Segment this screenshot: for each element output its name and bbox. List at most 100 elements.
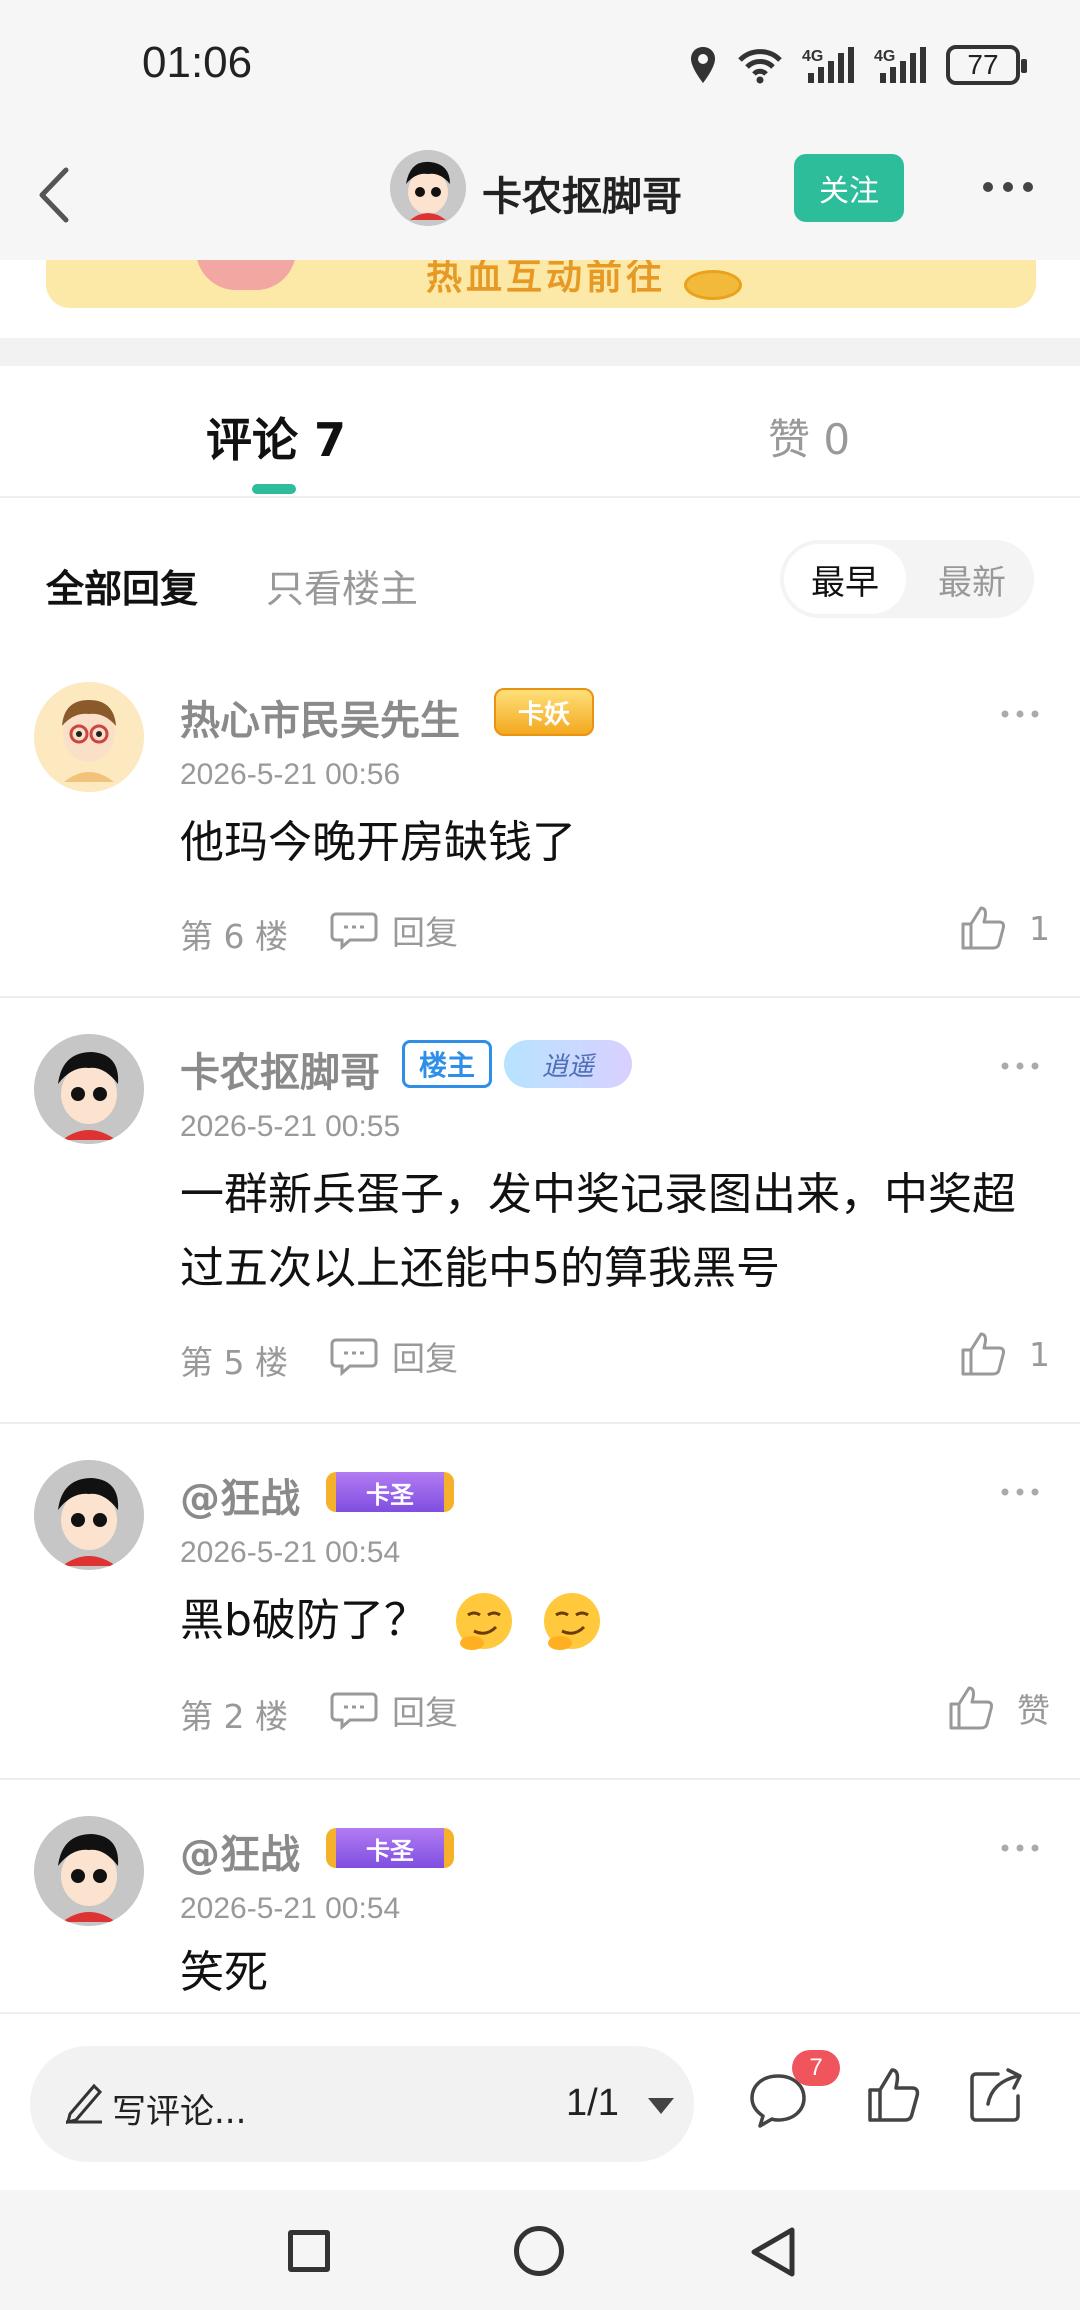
comment-timestamp: 2026-5-21 00:54 [180, 1892, 401, 1925]
banner-decoration [196, 260, 296, 290]
comment-placeholder: 写评论... [112, 2092, 247, 2132]
commenter-name[interactable]: @狂战 [180, 1466, 300, 1524]
commenter-avatar[interactable] [34, 682, 144, 792]
filter-owner-only[interactable]: 只看楼主 [266, 558, 418, 613]
signal-4g-icon: 4G [802, 47, 854, 83]
reply-label: 回复 [392, 913, 458, 952]
page-dropdown-icon[interactable] [648, 2098, 674, 2114]
filter-all-replies[interactable]: 全部回复 [46, 558, 198, 613]
status-time: 01:06 [142, 38, 253, 87]
level-badge: 卡圣 [326, 1472, 454, 1512]
filter-row: 全部回复 只看楼主 最早 最新 [0, 540, 1080, 620]
status-bar: 01:06 4G 4G 77 [0, 0, 1080, 130]
comment-item: @狂战 卡圣 2026-5-21 00:54 笑死 [0, 1816, 1080, 2012]
header-avatar[interactable] [390, 150, 466, 226]
comment-count-badge: 7 [792, 2050, 840, 2086]
user-badges: 卡圣 [326, 1828, 454, 1868]
follow-button[interactable]: 关注 [794, 154, 904, 222]
back-arrow-icon[interactable] [28, 160, 88, 230]
comment-text: 他玛今晚开房缺钱了 [180, 817, 576, 868]
signal-4g-icon-2: 4G [874, 47, 926, 83]
bottom-action-bar: 写评论... 1/1 7 [0, 2012, 1080, 2190]
nav-back-icon[interactable] [746, 2224, 800, 2280]
comment-text-row: 黑b破防了？ [180, 1584, 1050, 1658]
comment-footer: 第 6 楼 回复 1 [180, 904, 1050, 956]
recent-apps-icon[interactable] [288, 2230, 330, 2272]
sort-earliest-button[interactable]: 最早 [784, 544, 906, 614]
level-badge: 卡圣 [326, 1828, 454, 1868]
comment-more-icon[interactable] [1000, 1056, 1040, 1076]
comment-timestamp: 2026-5-21 00:54 [180, 1536, 401, 1569]
like-label: 赞 [1017, 1691, 1050, 1730]
comment-item: @狂战 卡圣 2026-5-21 00:54 黑b破防了？ 第 2 楼 回复 赞 [0, 1460, 1080, 1780]
system-nav-bar [0, 2190, 1080, 2310]
smirk-emoji-icon [543, 1593, 600, 1650]
pencil-icon [65, 2083, 103, 2124]
reply-label: 回复 [392, 1693, 458, 1732]
home-icon[interactable] [514, 2226, 564, 2276]
comment-timestamp: 2026-5-21 00:55 [180, 1110, 401, 1143]
reply-icon [330, 1338, 378, 1376]
svg-text:4G: 4G [802, 48, 823, 65]
reply-icon [330, 1692, 378, 1730]
tab-likes[interactable]: 赞 0 [768, 406, 850, 467]
tab-comments[interactable]: 评论 7 [206, 404, 346, 470]
page-indicator[interactable]: 1/1 [566, 2082, 619, 2125]
reply-button[interactable]: 回复 [330, 906, 458, 954]
write-comment-input[interactable]: 写评论... 1/1 [30, 2046, 694, 2162]
comment-item: 卡农抠脚哥 楼主 逍遥 2026-5-21 00:55 一群新兵蛋子，发中奖记录… [0, 1034, 1080, 1424]
promo-banner[interactable]: 热血互动前往 [46, 260, 1036, 308]
comment-more-icon[interactable] [1000, 1838, 1040, 1858]
section-divider [0, 338, 1080, 366]
commenter-avatar[interactable] [34, 1034, 144, 1144]
comment-footer: 第 2 楼 回复 赞 [180, 1684, 1050, 1736]
smirk-emoji-icon [455, 1593, 512, 1650]
battery-icon: 77 [946, 45, 1027, 85]
sort-newest-button[interactable]: 最新 [914, 544, 1030, 614]
comment-more-icon[interactable] [1000, 1482, 1040, 1502]
floor-number: 第 2 楼 [180, 1697, 288, 1736]
comment-text: 黑b破防了？ [180, 1595, 428, 1646]
title-badge: 逍遥 [504, 1040, 633, 1088]
svg-text:4G: 4G [874, 48, 895, 65]
user-badges: 卡妖 [494, 688, 595, 736]
coin-icon [684, 270, 742, 300]
thumbs-up-icon [949, 1686, 993, 1730]
thumbs-up-icon [961, 1332, 1005, 1376]
user-badges: 卡圣 [326, 1472, 454, 1512]
battery-level: 77 [967, 49, 999, 80]
comment-footer: 第 5 楼 回复 1 [180, 1330, 1050, 1382]
reply-button[interactable]: 回复 [330, 1686, 458, 1734]
floor-number: 第 5 楼 [180, 1343, 288, 1382]
like-count: 1 [1029, 908, 1050, 948]
like-button[interactable]: 1 [959, 1330, 1050, 1378]
like-count: 1 [1029, 1334, 1050, 1374]
like-button[interactable]: 1 [959, 904, 1050, 952]
commenter-name[interactable]: @狂战 [180, 1822, 300, 1880]
active-tab-indicator [252, 484, 296, 494]
comment-timestamp: 2026-5-21 00:56 [180, 758, 401, 791]
commenter-avatar[interactable] [34, 1460, 144, 1570]
level-badge: 卡妖 [494, 688, 595, 736]
commenter-name[interactable]: 卡农抠脚哥 [180, 1040, 380, 1098]
reply-button[interactable]: 回复 [330, 1332, 458, 1380]
more-options-icon[interactable] [982, 172, 1034, 202]
thumbs-up-icon [961, 906, 1005, 950]
comment-more-icon[interactable] [1000, 704, 1040, 724]
owner-badge: 楼主 [402, 1040, 493, 1088]
wifi-icon [738, 49, 782, 84]
like-button[interactable]: 赞 [947, 1684, 1050, 1732]
banner-text: 热血互动前往 [426, 260, 667, 298]
comment-tabs: 评论 7 赞 0 [0, 366, 1080, 498]
reply-icon [330, 912, 378, 950]
sort-toggle: 最早 最新 [780, 540, 1034, 618]
commenter-name[interactable]: 热心市民吴先生 [180, 688, 460, 746]
commenter-avatar[interactable] [34, 1816, 144, 1926]
comment-item: 热心市民吴先生 卡妖 2026-5-21 00:56 他玛今晚开房缺钱了 第 6… [0, 682, 1080, 998]
top-header: 卡农抠脚哥 关注 [0, 130, 1080, 260]
header-username[interactable]: 卡农抠脚哥 [482, 164, 682, 222]
thumbs-up-icon[interactable] [866, 2066, 920, 2124]
comment-text: 一群新兵蛋子，发中奖记录图出来，中奖超过五次以上还能中5的算我黑号 [180, 1169, 1016, 1294]
share-icon[interactable] [968, 2066, 1026, 2124]
reply-label: 回复 [392, 1339, 458, 1378]
